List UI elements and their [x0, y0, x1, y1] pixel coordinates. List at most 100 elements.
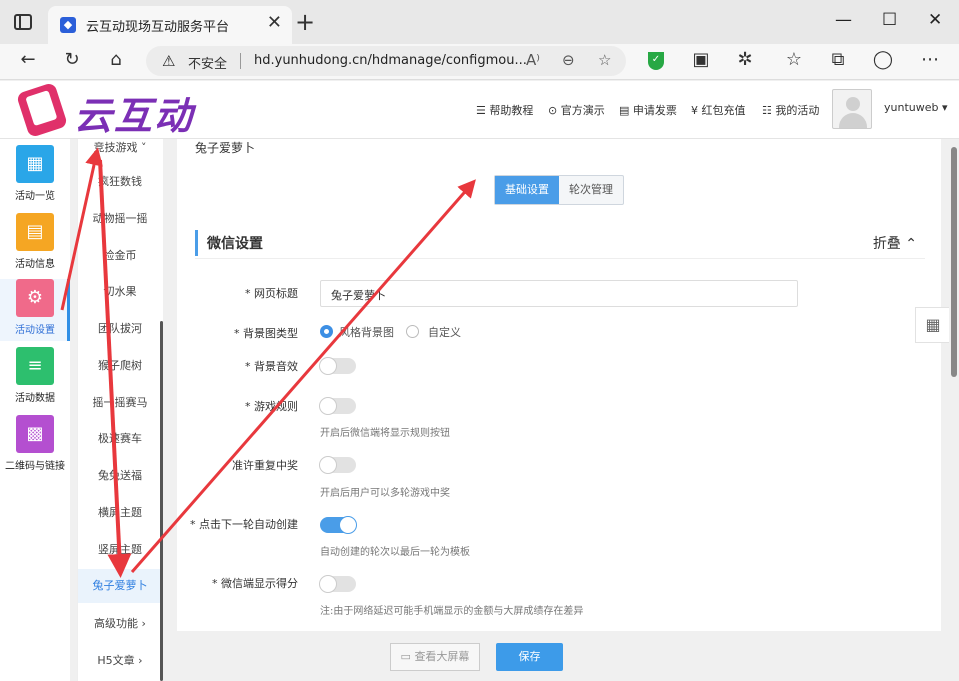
radio-custom-bg[interactable]	[406, 325, 419, 338]
maximize-icon[interactable]: ☐	[882, 10, 897, 30]
rail-item-data[interactable]: ≡ 活动数据	[0, 347, 70, 411]
window-close-icon[interactable]: ✕	[928, 10, 942, 30]
database-icon: ≡	[16, 347, 54, 385]
browser-toolbar: ← ↻ ⌂ ⚠ 不安全 hd.yunhudong.cn/hdmanage/con…	[0, 44, 959, 80]
repeat-win-hint: 开启后用户可以多轮游戏中奖	[320, 488, 450, 499]
minimize-icon[interactable]: —	[835, 10, 852, 30]
submenu-group-h5[interactable]: H5文章 ›	[78, 644, 162, 678]
show-score-toggle[interactable]	[319, 575, 356, 593]
insecure-label[interactable]: 不安全	[188, 53, 227, 72]
radio-style-bg[interactable]	[320, 325, 333, 338]
avatar-head	[846, 97, 860, 111]
toggle-knob	[319, 357, 337, 375]
submenu-group-competitive[interactable]: 竞技游戏 ˅	[78, 131, 162, 165]
favorite-add-icon[interactable]: ☆	[598, 51, 611, 69]
home-icon[interactable]: ⌂	[104, 49, 128, 70]
address-bar[interactable]: ⚠ 不安全 hd.yunhudong.cn/hdmanage/configmou…	[146, 46, 626, 76]
zoom-icon[interactable]: ⊖	[562, 51, 575, 69]
nav-demo[interactable]: ⊙ 官方演示	[548, 102, 605, 118]
radio-custom-bg-label[interactable]: 自定义	[428, 324, 461, 340]
profile-icon[interactable]: ◯	[871, 49, 895, 70]
submenu-label: 竞技游戏	[93, 141, 138, 154]
rail-item-settings[interactable]: ⚙ 活动设置	[0, 279, 70, 341]
submenu-item[interactable]: 切水果	[78, 275, 162, 309]
submenu-item[interactable]: 猴子爬树	[78, 349, 162, 383]
collections-icon[interactable]: ⧉	[826, 49, 850, 70]
rail-label: 活动一览	[15, 191, 55, 202]
show-score-label: * 微信端显示得分	[212, 577, 298, 590]
page-scrollbar-thumb[interactable]	[951, 147, 957, 377]
rail-item-qrcode[interactable]: ▩ 二维码与链接	[0, 415, 70, 479]
submenu-item[interactable]: 横屏主题	[78, 496, 162, 530]
submenu-label: 高级功能	[94, 617, 139, 630]
submenu-item-active[interactable]: 兔子爱萝卜	[78, 569, 162, 603]
tab-basic-settings[interactable]: 基础设置	[495, 176, 559, 204]
submenu-item[interactable]: 动物摇一摇	[78, 202, 162, 236]
game-rules-hint: 开启后微信端将显示规则按钮	[320, 428, 450, 439]
nav-recharge[interactable]: ¥ 红包充值	[691, 102, 746, 118]
submenu-group-advanced[interactable]: 高级功能 ›	[78, 607, 162, 641]
warning-icon[interactable]: ⚠	[162, 52, 175, 70]
refresh-icon[interactable]: ↻	[60, 49, 84, 70]
auto-next-label: * 点击下一轮自动创建	[190, 518, 298, 531]
auto-next-hint: 自动创建的轮次以最后一轮为模板	[320, 547, 470, 558]
radio-style-bg-label[interactable]: 风格背景图	[339, 324, 394, 340]
view-big-screen-button[interactable]: ▭ 查看大屏幕	[390, 643, 480, 671]
web-page: 云互动 ☰ 帮助教程 ⊙ 官方演示 ▤ 申请发票 ¥ 红包充值 ☷ 我的活动 y…	[0, 81, 959, 681]
view-big-screen-label: 查看大屏幕	[414, 650, 470, 663]
avatar[interactable]	[832, 89, 872, 129]
submenu-item[interactable]: 捡金币	[78, 239, 162, 273]
grid-icon: ▦	[16, 145, 54, 183]
submenu-item[interactable]: 竖屏主题	[78, 533, 162, 567]
nav-my-activities-label: 我的活动	[775, 104, 820, 117]
address-separator	[240, 53, 241, 69]
more-icon[interactable]: ⋯	[918, 49, 942, 70]
toggle-knob	[319, 575, 337, 593]
auto-next-toggle[interactable]	[320, 516, 357, 534]
rail-label: 活动设置	[15, 325, 55, 336]
tab-round-management[interactable]: 轮次管理	[559, 176, 623, 204]
logo-phone-icon	[15, 81, 69, 139]
rail-item-overview[interactable]: ▦ 活动一览	[0, 145, 70, 209]
browser-tab[interactable]: ◆ 云互动现场互动服务平台 ✕	[48, 6, 292, 44]
close-tab-icon[interactable]: ✕	[267, 12, 282, 33]
game-rules-toggle[interactable]	[319, 397, 356, 415]
game-rules-label: * 游戏规则	[245, 400, 298, 413]
shield-extension-icon[interactable]: ✓	[648, 52, 664, 70]
submenu-item[interactable]: 摇一摇赛马	[78, 386, 162, 420]
submenu-item[interactable]: 团队拔河	[78, 312, 162, 346]
nav-help[interactable]: ☰ 帮助教程	[476, 102, 533, 118]
tab-actions-icon[interactable]	[14, 14, 32, 30]
favicon-icon: ◆	[60, 17, 76, 33]
user-menu[interactable]: yuntuweb ▾	[884, 101, 948, 114]
new-tab-icon[interactable]: +	[295, 8, 315, 36]
bg-music-toggle[interactable]	[319, 357, 356, 375]
nav-invoice[interactable]: ▤ 申请发票	[619, 102, 677, 118]
page-scrollbar[interactable]	[949, 139, 959, 681]
submenu-item[interactable]: 极速赛车	[78, 422, 162, 456]
collapse-toggle[interactable]: 折叠 ⌃	[873, 233, 917, 253]
submenu-label: H5文章	[97, 654, 135, 667]
extension-icon[interactable]: ▣	[689, 49, 713, 70]
back-icon[interactable]: ←	[16, 49, 40, 70]
submenu-item[interactable]: 疯狂数钱	[78, 165, 162, 199]
left-rail: ▦ 活动一览 ▤ 活动信息 ⚙ 活动设置 ≡ 活动数据 ▩ 二维码与链接	[0, 139, 70, 681]
submenu-item[interactable]: 兔兔送福	[78, 459, 162, 493]
rail-label: 二维码与链接	[5, 461, 65, 472]
rail-label: 活动数据	[15, 393, 55, 404]
read-aloud-icon[interactable]: A⁾	[526, 51, 540, 69]
repeat-win-toggle[interactable]	[319, 456, 356, 474]
breadcrumb: 兔子爱萝卜	[195, 141, 256, 155]
qrcode-icon: ▩	[16, 415, 54, 453]
favorites-icon[interactable]: ☆	[782, 49, 806, 70]
url-text[interactable]: hd.yunhudong.cn/hdmanage/configmou...	[254, 53, 527, 68]
save-button[interactable]: 保存	[496, 643, 563, 671]
floating-qrcode-icon[interactable]: ▦	[915, 307, 951, 343]
rail-item-info[interactable]: ▤ 活动信息	[0, 213, 70, 277]
page-title-input[interactable]: 兔子爱萝卜	[320, 280, 798, 307]
submenu-scrollbar[interactable]	[160, 321, 163, 681]
footer-bar: ▭ 查看大屏幕 保存	[177, 637, 941, 681]
puzzle-icon[interactable]: ✲	[733, 49, 757, 70]
nav-my-activities[interactable]: ☷ 我的活动	[762, 102, 819, 118]
nav-demo-label: 官方演示	[560, 104, 605, 117]
